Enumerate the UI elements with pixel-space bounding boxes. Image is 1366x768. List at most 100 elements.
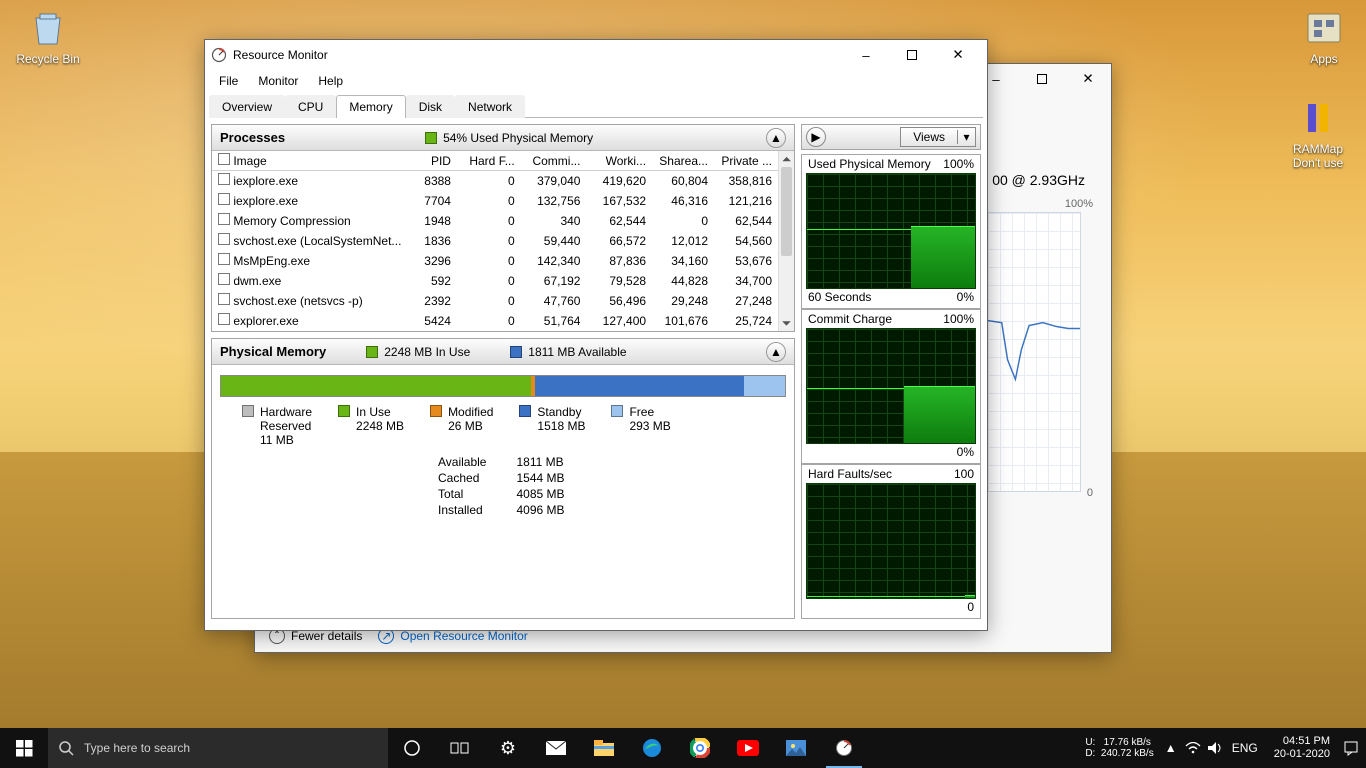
table-row[interactable]: MsMpEng.exe32960142,34087,83634,16053,67… — [212, 251, 778, 271]
col-6[interactable]: Private ... — [714, 151, 778, 171]
processes-scrollbar[interactable]: ⏶ ⏷ — [778, 151, 794, 331]
physmem-collapse-button[interactable]: ▲ — [766, 342, 786, 362]
chart-body — [806, 173, 976, 289]
menu-help[interactable]: Help — [310, 72, 351, 90]
desktop-icon-apps-folder[interactable]: Apps — [1286, 6, 1362, 66]
tray-chevron-up-icon[interactable]: ▲ — [1162, 739, 1180, 757]
system-tray[interactable]: U: 17.76 kB/s D: 240.72 kB/s ▲ ENG 04:51… — [1079, 735, 1366, 761]
taskbar-app-chrome[interactable] — [676, 728, 724, 768]
col-4[interactable]: Worki... — [586, 151, 652, 171]
tray-language[interactable]: ENG — [1228, 741, 1262, 755]
taskbar-app-mail[interactable] — [532, 728, 580, 768]
charts-top-bar: ▶ Views ▾ — [801, 124, 981, 150]
physmem-bar — [220, 375, 786, 397]
col-2[interactable]: Hard F... — [457, 151, 521, 171]
scroll-thumb[interactable] — [781, 167, 792, 256]
taskbar-app-edge[interactable] — [628, 728, 676, 768]
desktop-icon-label: Recycle Bin — [10, 52, 86, 66]
desktop-icon-recycle-bin[interactable]: Recycle Bin — [10, 6, 86, 66]
desktop-icon-label: RAMMapDon't use — [1280, 142, 1356, 170]
row-checkbox[interactable] — [218, 293, 230, 305]
physical-memory-panel: Physical Memory 2248 MB In Use1811 MB Av… — [211, 338, 795, 619]
menu-monitor[interactable]: Monitor — [250, 72, 306, 90]
membar-segment — [535, 376, 744, 396]
row-checkbox[interactable] — [218, 233, 230, 245]
start-button[interactable] — [0, 728, 48, 768]
maximize-button[interactable] — [889, 40, 935, 70]
desktop-icon-rammap[interactable]: RAMMapDon't use — [1280, 96, 1356, 170]
tray-notifications-icon[interactable] — [1342, 739, 1360, 757]
row-checkbox[interactable] — [218, 273, 230, 285]
cortana-button[interactable] — [388, 728, 436, 768]
scroll-up-button[interactable]: ⏶ — [779, 151, 794, 167]
charts-sidepanel: ▶ Views ▾ Used Physical Memory100%60 Sec… — [801, 124, 981, 619]
resource-monitor-window[interactable]: Resource Monitor – ✕ FileMonitorHelp Ove… — [204, 39, 988, 631]
tray-volume-icon[interactable] — [1206, 739, 1224, 757]
tab-overview[interactable]: Overview — [209, 95, 285, 118]
resmon-menubar: FileMonitorHelp — [205, 70, 987, 94]
processes-table[interactable]: ImagePIDHard F...Commi...Worki...Sharea.… — [212, 151, 778, 331]
resmon-title: Resource Monitor — [233, 48, 328, 62]
chart-body — [806, 483, 976, 599]
tray-time: 04:51 PM — [1274, 735, 1330, 748]
col-3[interactable]: Commi... — [521, 151, 587, 171]
table-row[interactable]: iexplore.exe83880379,040419,62060,804358… — [212, 171, 778, 191]
resmon-titlebar[interactable]: Resource Monitor – ✕ — [205, 40, 987, 70]
charts-collapse-button[interactable]: ▶ — [806, 127, 826, 147]
processes-header[interactable]: Processes 54% Used Physical Memory ▲ — [212, 125, 794, 151]
physmem-header[interactable]: Physical Memory 2248 MB In Use1811 MB Av… — [212, 339, 794, 365]
tm-maximize-button[interactable] — [1019, 64, 1065, 94]
tab-disk[interactable]: Disk — [406, 95, 455, 118]
row-checkbox[interactable] — [218, 173, 230, 185]
table-row[interactable]: WmiPrvSE.exe9128022,96431,1849,77221,412 — [212, 331, 778, 332]
tray-wifi-icon[interactable] — [1184, 739, 1202, 757]
tm-open-resmon-label: Open Resource Monitor — [400, 629, 527, 643]
row-checkbox[interactable] — [218, 313, 230, 325]
col-5[interactable]: Sharea... — [652, 151, 714, 171]
chart-max: 100% — [943, 157, 974, 171]
resmon-content: Processes 54% Used Physical Memory ▲ — [205, 118, 987, 625]
minimize-button[interactable]: – — [843, 40, 889, 70]
processes-collapse-button[interactable]: ▲ — [766, 128, 786, 148]
rammap-icon — [1296, 96, 1340, 140]
tab-cpu[interactable]: CPU — [285, 95, 336, 118]
physmem-title: Physical Memory — [220, 344, 326, 359]
tab-network[interactable]: Network — [455, 95, 525, 118]
table-row[interactable]: Memory Compression1948034062,544062,544 — [212, 211, 778, 231]
chart-0: Used Physical Memory100%60 Seconds0% — [801, 154, 981, 309]
scroll-down-button[interactable]: ⏷ — [779, 315, 794, 331]
physmem-badge: 1811 MB Available — [510, 345, 626, 359]
badge-color-icon — [510, 346, 522, 358]
taskbar[interactable]: Type here to search ⚙ U: 17.76 kB/s D: 2… — [0, 728, 1366, 768]
tab-memory[interactable]: Memory — [336, 95, 405, 118]
col-0[interactable]: Image — [212, 151, 407, 171]
table-row[interactable]: dwm.exe592067,19279,52844,82834,700 — [212, 271, 778, 291]
tm-fewer-details-label: Fewer details — [291, 629, 362, 643]
col-1[interactable]: PID — [407, 151, 457, 171]
taskbar-search[interactable]: Type here to search — [48, 728, 388, 768]
table-row[interactable]: iexplore.exe77040132,756167,53246,316121… — [212, 191, 778, 211]
chart-title: Hard Faults/sec — [808, 467, 892, 481]
close-button[interactable]: ✕ — [935, 40, 981, 70]
scroll-track[interactable] — [779, 167, 794, 315]
row-checkbox[interactable] — [218, 253, 230, 265]
table-row[interactable]: svchost.exe (LocalSystemNet...1836059,44… — [212, 231, 778, 251]
select-all-checkbox[interactable] — [218, 153, 230, 165]
table-row[interactable]: svchost.exe (netsvcs -p)2392047,76056,49… — [212, 291, 778, 311]
row-checkbox[interactable] — [218, 193, 230, 205]
taskbar-app-photos[interactable] — [772, 728, 820, 768]
taskbar-app-resmon[interactable] — [820, 728, 868, 768]
tm-close-button[interactable]: ✕ — [1065, 64, 1111, 94]
row-checkbox[interactable] — [218, 213, 230, 225]
taskbar-app-settings[interactable]: ⚙ — [484, 728, 532, 768]
taskbar-app-youtube[interactable] — [724, 728, 772, 768]
menu-file[interactable]: File — [211, 72, 246, 90]
membar-segment — [221, 376, 531, 396]
tray-clock[interactable]: 04:51 PM 20-01-2020 — [1266, 735, 1338, 761]
taskbar-app-explorer[interactable] — [580, 728, 628, 768]
legend-item: Modified26 MB — [430, 405, 493, 447]
chart-max: 100 — [954, 467, 974, 481]
views-button[interactable]: Views ▾ — [900, 127, 976, 147]
table-row[interactable]: explorer.exe5424051,764127,400101,67625,… — [212, 311, 778, 331]
task-view-button[interactable] — [436, 728, 484, 768]
